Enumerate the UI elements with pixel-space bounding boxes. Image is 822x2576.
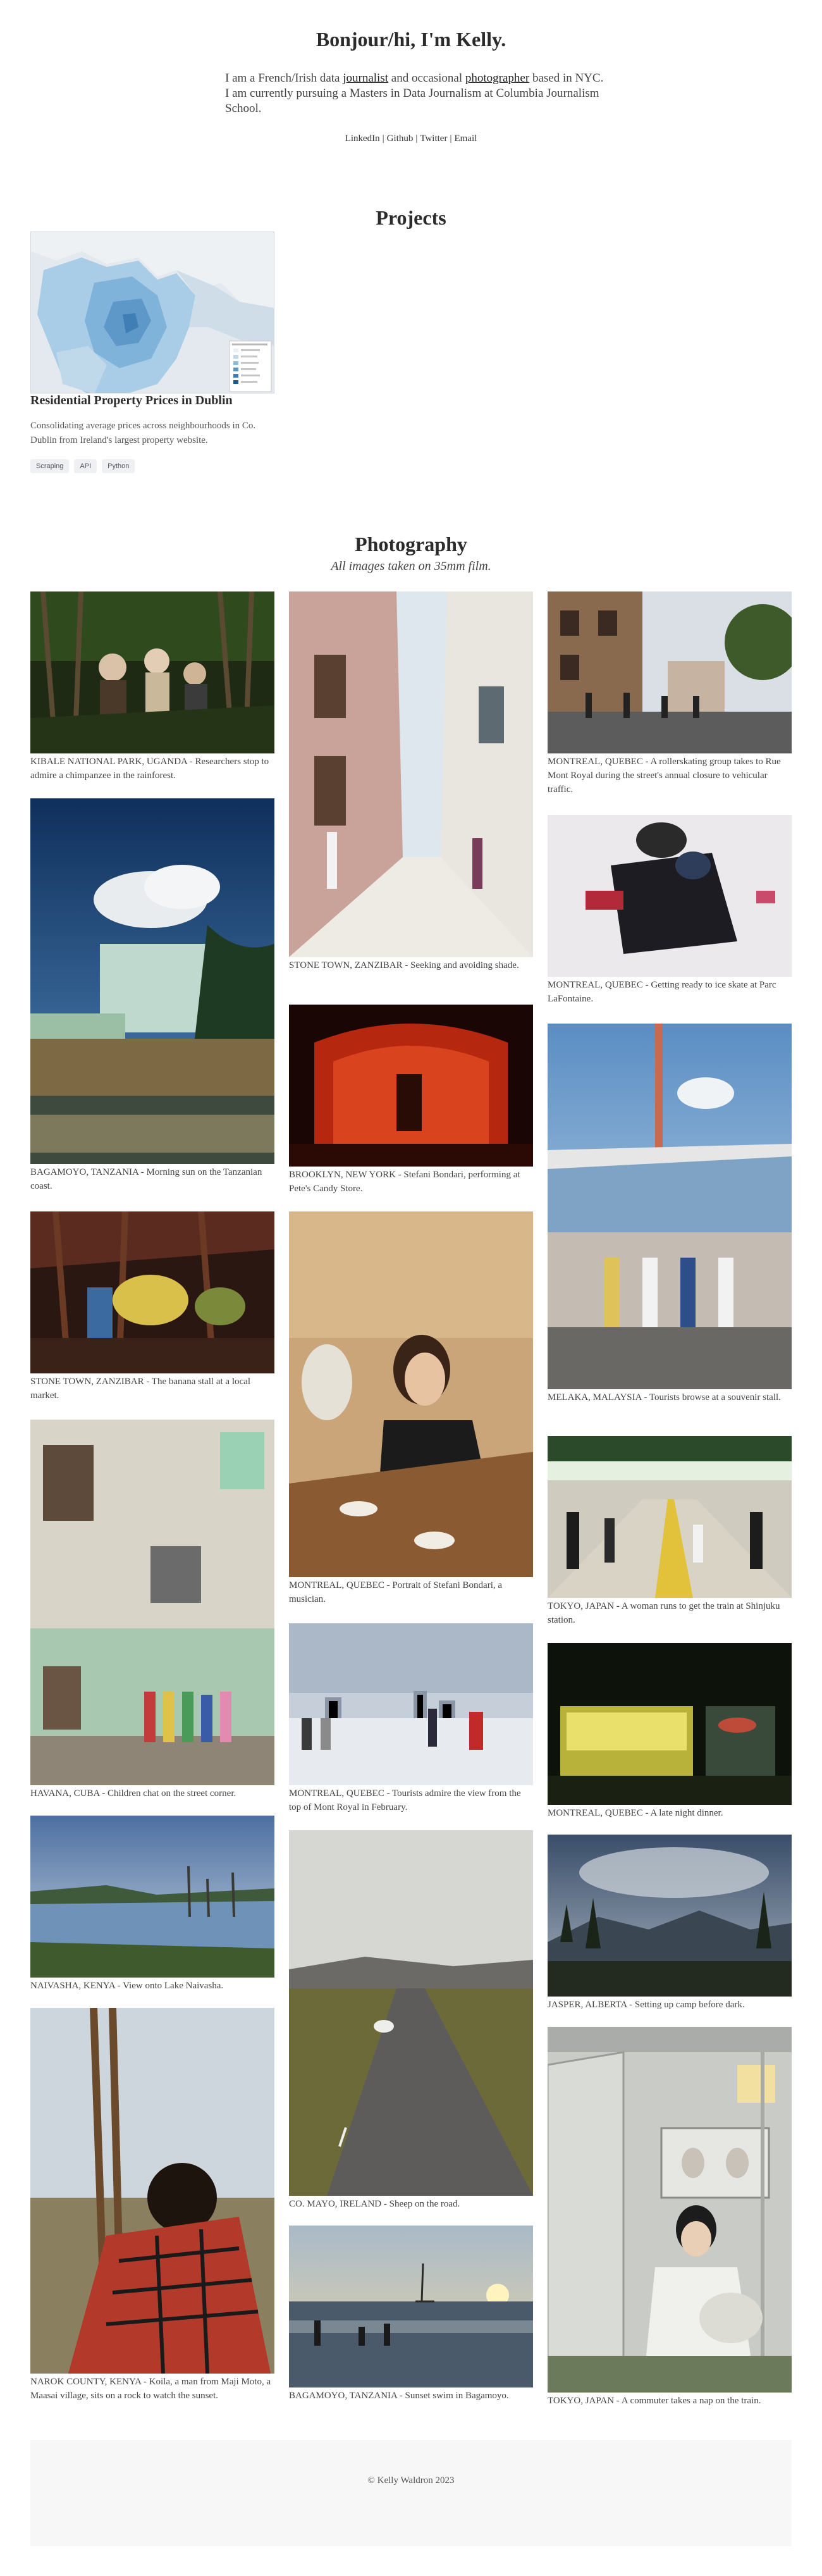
dublin-map-graphic	[31, 232, 274, 393]
footer: © Kelly Waldron 2023	[30, 2440, 792, 2546]
photo-melaka-souvenir[interactable]	[548, 1024, 792, 1389]
project-title[interactable]: Residential Property Prices in Dublin	[30, 393, 233, 408]
email-link[interactable]: Email	[454, 133, 477, 144]
photo-illustration	[548, 1835, 792, 1997]
photo-illustration	[548, 1024, 792, 1389]
photo-havana-children[interactable]	[30, 1420, 274, 1785]
photo-bagamoyo-sunset-swim[interactable]	[289, 2226, 533, 2387]
photographer-link[interactable]: photographer	[465, 71, 529, 85]
photo-jasper-camp[interactable]	[548, 1835, 792, 1997]
intro-text-part: and occasional	[388, 71, 465, 85]
photography-subtitle: All images taken on 35mm film.	[331, 559, 491, 573]
photo-stonetown-banana-stall[interactable]	[30, 1211, 274, 1373]
photo-caption: MONTREAL, QUEBEC - A late night dinner.	[548, 1808, 723, 1818]
journalist-link[interactable]: journalist	[343, 71, 388, 85]
photo-caption: MONTREAL, QUEBEC - Tourists admire the v…	[289, 1788, 521, 1812]
tag-python: Python	[102, 459, 135, 473]
photography-heading: Photography	[355, 533, 467, 555]
photo-caption: BAGAMOYO, TANZANIA - Morning sun on the …	[30, 1167, 262, 1191]
photo-mayo-sheep[interactable]	[289, 1830, 533, 2196]
photo-tokyo-commuter[interactable]	[548, 2027, 792, 2393]
photo-narok-koila[interactable]	[30, 2008, 274, 2374]
project-description: Consolidating average prices across neig…	[30, 421, 256, 445]
photo-caption: CO. MAYO, IRELAND - Sheep on the road.	[289, 2199, 460, 2209]
photo-stonetown-shade[interactable]	[289, 591, 533, 957]
tag-scraping: Scraping	[30, 459, 70, 473]
social-links: LinkedIn | Github | Twitter | Email	[0, 133, 822, 144]
projects-heading: Projects	[376, 206, 446, 229]
photo-illustration	[30, 591, 274, 753]
photo-illustration	[30, 1420, 274, 1785]
photo-illustration	[289, 1623, 533, 1785]
photo-illustration	[30, 2008, 274, 2374]
photo-caption: STONE TOWN, ZANZIBAR - The banana stall …	[30, 1377, 250, 1401]
photo-brooklyn-stefani[interactable]	[289, 1005, 533, 1167]
photo-caption: MONTREAL, QUEBEC - A rollerskating group…	[548, 757, 781, 795]
photo-illustration	[289, 2226, 533, 2387]
github-link[interactable]: Github	[387, 133, 414, 144]
photo-caption: MELAKA, MALAYSIA - Tourists browse at a …	[548, 1392, 781, 1403]
page-title: Bonjour/hi, I'm Kelly.	[316, 28, 506, 51]
photo-caption: MONTREAL, QUEBEC - Getting ready to ice …	[548, 980, 776, 1004]
project-tags: Scraping API Python	[30, 459, 135, 473]
photo-kibale-chimpanzee[interactable]	[30, 591, 274, 753]
photo-tokyo-shinjuku[interactable]	[548, 1436, 792, 1598]
separator: |	[450, 133, 452, 144]
photo-montreal-rollerskating[interactable]	[548, 591, 792, 753]
separator: |	[382, 133, 384, 144]
photo-illustration	[548, 1436, 792, 1598]
photo-illustration	[30, 1816, 274, 1978]
tag-api: API	[74, 459, 97, 473]
photo-caption: NAROK COUNTY, KENYA - Koila, a man from …	[30, 2377, 271, 2401]
photo-bagamoyo-morning[interactable]	[30, 798, 274, 1164]
photo-montreal-stefani-portrait[interactable]	[289, 1211, 533, 1577]
photo-illustration	[289, 1830, 533, 2196]
intro-text: I am a French/Irish data journalist and …	[225, 71, 604, 116]
photo-montreal-mont-royal[interactable]	[289, 1623, 533, 1785]
photo-illustration	[30, 798, 274, 1164]
photo-caption: BROOKLYN, NEW YORK - Stefani Bondari, pe…	[289, 1170, 520, 1194]
photo-caption: STONE TOWN, ZANZIBAR - Seeking and avoid…	[289, 960, 519, 970]
photo-illustration	[289, 1211, 533, 1577]
twitter-link[interactable]: Twitter	[420, 133, 447, 144]
photo-montreal-late-dinner[interactable]	[548, 1643, 792, 1805]
photo-illustration	[289, 591, 533, 957]
photo-caption: TOKYO, JAPAN - A woman runs to get the t…	[548, 1601, 780, 1625]
project-card[interactable]: Residential Property Prices in Dublin Co…	[30, 232, 274, 473]
intro-text-part: I am a French/Irish data	[225, 71, 343, 85]
photo-caption: JASPER, ALBERTA - Setting up camp before…	[548, 2000, 745, 2010]
photo-caption: KIBALE NATIONAL PARK, UGANDA - Researche…	[30, 757, 269, 781]
photo-caption: TOKYO, JAPAN - A commuter takes a nap on…	[548, 2396, 761, 2406]
photo-caption: HAVANA, CUBA - Children chat on the stre…	[30, 1788, 236, 1799]
photo-caption: NAIVASHA, KENYA - View onto Lake Naivash…	[30, 1981, 224, 1991]
photo-montreal-ice-skate[interactable]	[548, 815, 792, 977]
photo-caption: MONTREAL, QUEBEC - Portrait of Stefani B…	[289, 1580, 503, 1604]
photo-illustration	[548, 1643, 792, 1805]
photo-illustration	[289, 1005, 533, 1167]
photo-naivasha-lake[interactable]	[30, 1816, 274, 1978]
photo-illustration	[548, 591, 792, 753]
project-map-image[interactable]	[30, 232, 274, 393]
separator: |	[415, 133, 418, 144]
photo-caption: BAGAMOYO, TANZANIA - Sunset swim in Baga…	[289, 2391, 509, 2401]
photo-illustration	[30, 1211, 274, 1373]
linkedin-link[interactable]: LinkedIn	[345, 133, 380, 144]
photo-illustration	[548, 2027, 792, 2393]
copyright-text: © Kelly Waldron 2023	[367, 2475, 455, 2486]
photo-illustration	[548, 815, 792, 977]
